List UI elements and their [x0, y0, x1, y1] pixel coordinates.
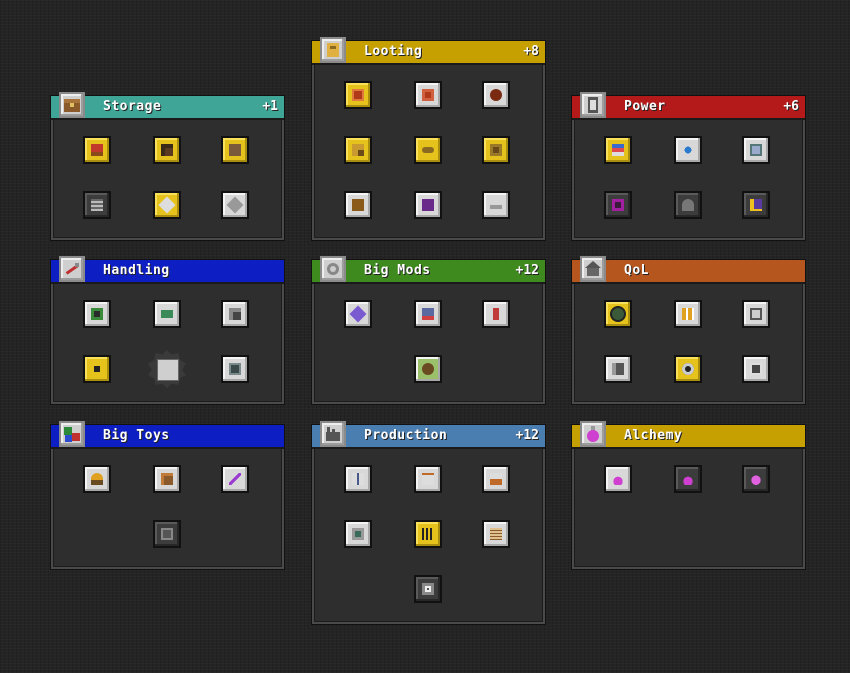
selected-gear-slot[interactable]	[148, 350, 186, 388]
item-slot[interactable]	[153, 465, 181, 493]
item-slot[interactable]	[83, 355, 111, 383]
item-slot[interactable]	[221, 465, 249, 493]
panel-count: +12	[515, 428, 539, 443]
item-slot[interactable]	[674, 191, 702, 219]
panel-title: Storage	[103, 99, 162, 114]
item-slot[interactable]	[344, 136, 372, 164]
panel-production: Production +12	[312, 421, 545, 624]
item-slot[interactable]	[221, 355, 249, 383]
item-slot[interactable]	[414, 355, 442, 383]
item-slot[interactable]	[344, 191, 372, 219]
item-slot[interactable]	[482, 520, 510, 548]
panel-count: +8	[523, 44, 539, 59]
panel-header-handling[interactable]: Handling	[51, 256, 284, 284]
panel-storage: Storage +1	[51, 92, 284, 240]
item-slot[interactable]	[344, 465, 372, 493]
item-slot[interactable]	[221, 136, 249, 164]
item-slot[interactable]	[482, 300, 510, 328]
item-slot[interactable]	[83, 191, 111, 219]
item-slot[interactable]	[742, 465, 770, 493]
panel-title: Power	[624, 99, 666, 114]
production-icon	[320, 421, 346, 447]
panel-title: Looting	[364, 44, 423, 59]
item-slot[interactable]	[414, 520, 442, 548]
panel-title: Handling	[103, 263, 170, 278]
item-slot[interactable]	[153, 136, 181, 164]
item-slot[interactable]	[604, 191, 632, 219]
panel-title: Alchemy	[624, 428, 683, 443]
item-slot[interactable]	[674, 136, 702, 164]
panel-title: Production	[364, 428, 448, 443]
item-slot[interactable]	[604, 136, 632, 164]
panel-title: Big Mods	[364, 263, 431, 278]
item-slot[interactable]	[482, 465, 510, 493]
item-slot[interactable]	[414, 300, 442, 328]
item-slot[interactable]	[414, 575, 442, 603]
item-slot[interactable]	[742, 300, 770, 328]
item-slot[interactable]	[221, 191, 249, 219]
item-slot[interactable]	[674, 465, 702, 493]
item-slot[interactable]	[153, 300, 181, 328]
item-slot[interactable]	[742, 355, 770, 383]
item-slot[interactable]	[414, 81, 442, 109]
panel-looting: Looting +8	[312, 37, 545, 240]
item-slot[interactable]	[414, 465, 442, 493]
item-slot[interactable]	[344, 520, 372, 548]
handling-icon	[59, 256, 85, 282]
panel-header-storage[interactable]: Storage +1	[51, 92, 284, 120]
big-toys-icon	[59, 421, 85, 447]
panel-title: QoL	[624, 263, 649, 278]
panel-qol: QoL	[572, 256, 805, 404]
big-mods-icon	[320, 256, 346, 282]
panel-header-big-toys[interactable]: Big Toys	[51, 421, 284, 449]
item-slot[interactable]	[482, 191, 510, 219]
item-slot[interactable]	[742, 136, 770, 164]
panel-count: +1	[262, 99, 278, 114]
panel-header-production[interactable]: Production +12	[312, 421, 545, 449]
panel-handling: Handling	[51, 256, 284, 404]
panel-alchemy: Alchemy	[572, 421, 805, 569]
item-slot[interactable]	[221, 300, 249, 328]
panel-big-toys: Big Toys	[51, 421, 284, 569]
item-slot[interactable]	[83, 465, 111, 493]
storage-icon	[59, 92, 85, 118]
panel-count: +6	[783, 99, 799, 114]
item-slot[interactable]	[83, 136, 111, 164]
item-slot[interactable]	[482, 81, 510, 109]
item-slot[interactable]	[83, 300, 111, 328]
item-slot[interactable]	[674, 300, 702, 328]
qol-icon	[580, 256, 606, 282]
panel-count: +12	[515, 263, 539, 278]
item-slot[interactable]	[414, 191, 442, 219]
item-slot[interactable]	[604, 465, 632, 493]
looting-icon	[320, 37, 346, 63]
item-slot[interactable]	[153, 520, 181, 548]
item-slot[interactable]	[414, 136, 442, 164]
panel-power: Power +6	[572, 92, 805, 240]
panel-header-qol[interactable]: QoL	[572, 256, 805, 284]
panel-title: Big Toys	[103, 428, 170, 443]
panel-header-big-mods[interactable]: Big Mods +12	[312, 256, 545, 284]
item-slot[interactable]	[153, 191, 181, 219]
panel-header-power[interactable]: Power +6	[572, 92, 805, 120]
power-icon	[580, 92, 606, 118]
item-slot[interactable]	[604, 355, 632, 383]
item-slot[interactable]	[344, 81, 372, 109]
panel-header-looting[interactable]: Looting +8	[312, 37, 545, 65]
alchemy-icon	[580, 421, 606, 447]
item-slot[interactable]	[674, 355, 702, 383]
item-slot[interactable]	[742, 191, 770, 219]
panel-big-mods: Big Mods +12	[312, 256, 545, 404]
item-slot[interactable]	[482, 136, 510, 164]
panel-header-alchemy[interactable]: Alchemy	[572, 421, 805, 449]
item-slot[interactable]	[604, 300, 632, 328]
item-slot[interactable]	[344, 300, 372, 328]
